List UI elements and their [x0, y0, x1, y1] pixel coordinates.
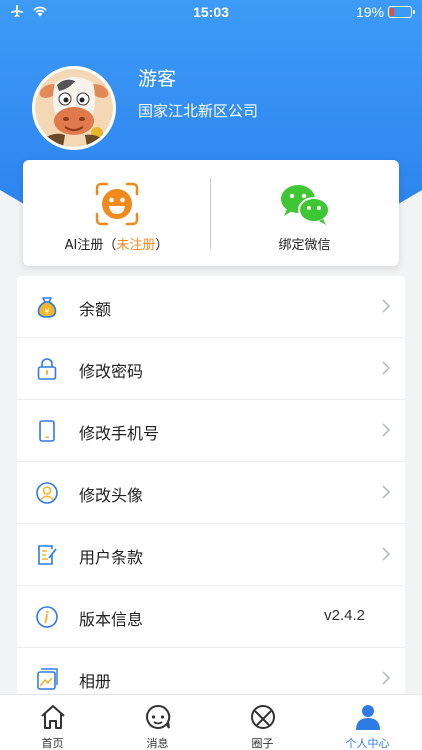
- bottom-tab-bar: 首页 消息 圈子 个人中心: [0, 694, 422, 750]
- smiley-face-scan-icon: [95, 182, 138, 226]
- tab-messages[interactable]: 消息: [105, 695, 210, 750]
- menu-item-photo-album[interactable]: 相册: [17, 648, 405, 696]
- info-icon: [36, 606, 58, 628]
- menu-label: 修改密码: [79, 362, 144, 381]
- menu-item-version-info[interactable]: 版本信息 v2.4.2: [17, 586, 405, 648]
- chevron-right-icon: [382, 485, 391, 499]
- home-icon: [40, 705, 65, 729]
- money-bag-icon: ¥: [37, 297, 57, 318]
- cow-avatar-icon: [35, 69, 113, 147]
- tab-home[interactable]: 首页: [0, 695, 105, 750]
- tab-label: 消息: [146, 737, 169, 750]
- tab-label: 首页: [41, 737, 64, 750]
- bind-wechat-label: 绑定微信: [278, 238, 331, 253]
- lock-icon: [37, 358, 57, 380]
- chevron-right-icon: [382, 423, 391, 437]
- menu-label: 相册: [79, 672, 112, 691]
- user-name: 游客: [138, 68, 177, 90]
- menu-label: 修改手机号: [79, 424, 160, 443]
- menu-label: 修改头像: [79, 486, 144, 505]
- menu-item-change-avatar[interactable]: 修改头像: [17, 462, 405, 524]
- status-bar: 15:03 19%: [0, 0, 422, 24]
- user-avatar-icon: [36, 482, 58, 504]
- person-icon: [355, 705, 380, 730]
- menu-item-change-phone[interactable]: 修改手机号: [17, 400, 405, 462]
- menu-item-user-terms[interactable]: 用户条款: [17, 524, 405, 586]
- settings-menu: ¥ 余额 修改密码 修改手机号 修改头像 用户条款 版本信息 v2.4.2 相册: [17, 276, 405, 696]
- photo-album-icon: [37, 668, 58, 690]
- menu-label: 用户条款: [79, 548, 144, 567]
- menu-item-balance[interactable]: ¥ 余额: [17, 276, 405, 338]
- circle-icon: [250, 705, 275, 729]
- ai-register-status: 未注册: [116, 238, 156, 253]
- wechat-icon: [280, 185, 330, 225]
- chevron-right-icon: [382, 671, 391, 685]
- avatar[interactable]: [32, 66, 116, 150]
- tab-profile[interactable]: 个人中心: [315, 695, 420, 750]
- quick-actions-card: AI注册（未注册） 绑定微信: [23, 160, 399, 266]
- menu-label: 版本信息: [79, 610, 144, 629]
- chevron-right-icon: [382, 299, 391, 313]
- user-company: 国家江北新区公司: [138, 102, 259, 120]
- bind-wechat-button[interactable]: 绑定微信: [211, 160, 398, 266]
- message-icon: [145, 704, 170, 729]
- ai-register-label: AI注册（未注册）: [64, 238, 169, 253]
- menu-label: 余额: [79, 300, 112, 319]
- document-edit-icon: [38, 545, 57, 565]
- tab-label: 圈子: [251, 737, 274, 750]
- phone-icon: [39, 420, 55, 442]
- battery-icon: [388, 6, 415, 18]
- tab-label: 个人中心: [345, 737, 390, 750]
- ai-register-button[interactable]: AI注册（未注册）: [23, 160, 210, 266]
- chevron-right-icon: [382, 547, 391, 561]
- menu-item-change-password[interactable]: 修改密码: [17, 338, 405, 400]
- tab-circle[interactable]: 圈子: [210, 695, 315, 750]
- svg-text:¥: ¥: [44, 307, 49, 316]
- version-value: v2.4.2: [324, 607, 365, 624]
- chevron-right-icon: [382, 361, 391, 375]
- battery-percent: 19%: [355, 4, 384, 20]
